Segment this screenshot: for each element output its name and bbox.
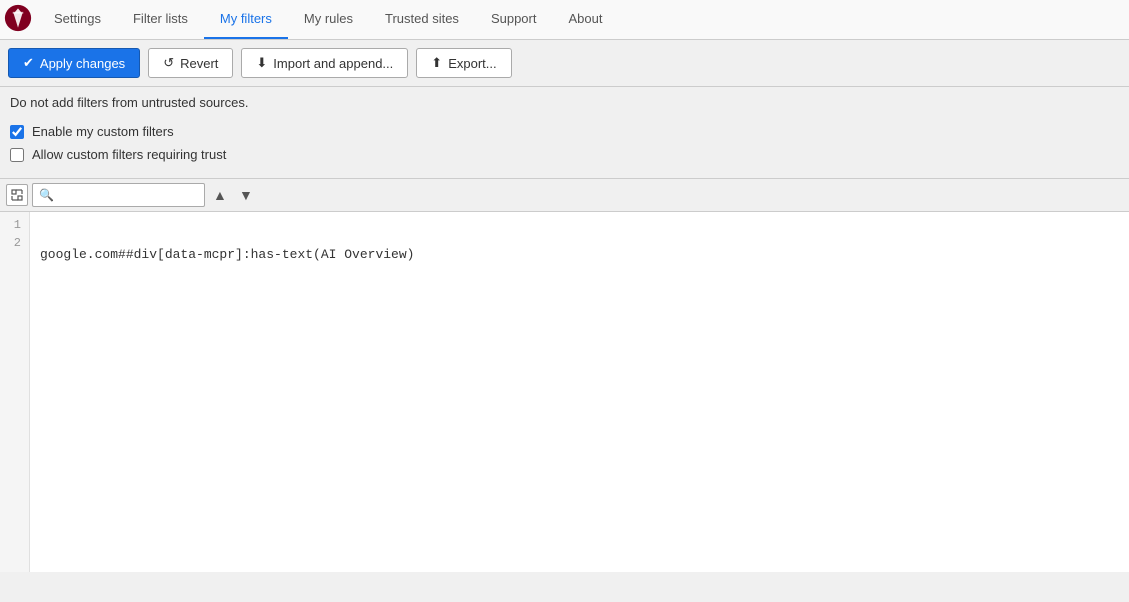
enable-custom-filters-checkbox[interactable] xyxy=(10,125,24,139)
tab-settings[interactable]: Settings xyxy=(38,0,117,39)
revert-button[interactable]: ↺ Revert xyxy=(148,48,233,78)
expand-editor-button[interactable] xyxy=(6,184,28,206)
editor-search-container: 🔍 xyxy=(32,183,205,207)
line-numbers: 1 2 xyxy=(0,212,30,572)
warning-text: Do not add filters from untrusted source… xyxy=(0,87,1129,114)
tab-about[interactable]: About xyxy=(552,0,618,39)
apply-changes-button[interactable]: ✔ Apply changes xyxy=(8,48,140,78)
tab-my-filters[interactable]: My filters xyxy=(204,0,288,39)
checkboxes-section: Enable my custom filters Allow custom fi… xyxy=(0,114,1129,172)
export-icon: ⬆ xyxy=(431,55,442,71)
tab-my-rules[interactable]: My rules xyxy=(288,0,369,39)
revert-label: Revert xyxy=(180,56,218,71)
import-button[interactable]: ⬇ Import and append... xyxy=(241,48,408,78)
export-button[interactable]: ⬆ Export... xyxy=(416,48,511,78)
allow-custom-filters-row[interactable]: Allow custom filters requiring trust xyxy=(10,143,1119,166)
import-icon: ⬇ xyxy=(256,55,267,71)
editor-toolbar: 🔍 ▲ ▼ xyxy=(0,179,1129,212)
code-content[interactable]: google.com##div[data-mcpr]:has-text(AI O… xyxy=(30,212,1129,572)
search-next-button[interactable]: ▼ xyxy=(235,184,257,206)
import-label: Import and append... xyxy=(273,56,393,71)
code-editor: 1 2 google.com##div[data-mcpr]:has-text(… xyxy=(0,212,1129,572)
nav-tabs: Settings Filter lists My filters My rule… xyxy=(38,0,618,39)
toolbar: ✔ Apply changes ↺ Revert ⬇ Import and ap… xyxy=(0,40,1129,87)
enable-custom-filters-row[interactable]: Enable my custom filters xyxy=(10,120,1119,143)
line-number-2: 2 xyxy=(8,234,21,252)
allow-custom-filters-label: Allow custom filters requiring trust xyxy=(32,147,226,162)
allow-custom-filters-checkbox[interactable] xyxy=(10,148,24,162)
tab-filter-lists[interactable]: Filter lists xyxy=(117,0,204,39)
checkmark-icon: ✔ xyxy=(23,55,34,71)
code-line-1: google.com##div[data-mcpr]:has-text(AI O… xyxy=(40,246,1119,264)
apply-changes-label: Apply changes xyxy=(40,56,125,71)
expand-icon xyxy=(11,189,23,201)
nav-bar: Settings Filter lists My filters My rule… xyxy=(0,0,1129,40)
search-prev-button[interactable]: ▲ xyxy=(209,184,231,206)
line-number-1: 1 xyxy=(8,216,21,234)
editor-section: 🔍 ▲ ▼ 1 2 google.com##div[data-mcpr]:has… xyxy=(0,178,1129,572)
editor-search-input[interactable] xyxy=(58,188,198,203)
app-logo xyxy=(4,4,38,35)
enable-custom-filters-label: Enable my custom filters xyxy=(32,124,174,139)
revert-icon: ↺ xyxy=(163,55,174,71)
code-line-2 xyxy=(40,294,1119,312)
search-icon: 🔍 xyxy=(39,188,54,202)
tab-trusted-sites[interactable]: Trusted sites xyxy=(369,0,475,39)
export-label: Export... xyxy=(448,56,496,71)
tab-support[interactable]: Support xyxy=(475,0,553,39)
